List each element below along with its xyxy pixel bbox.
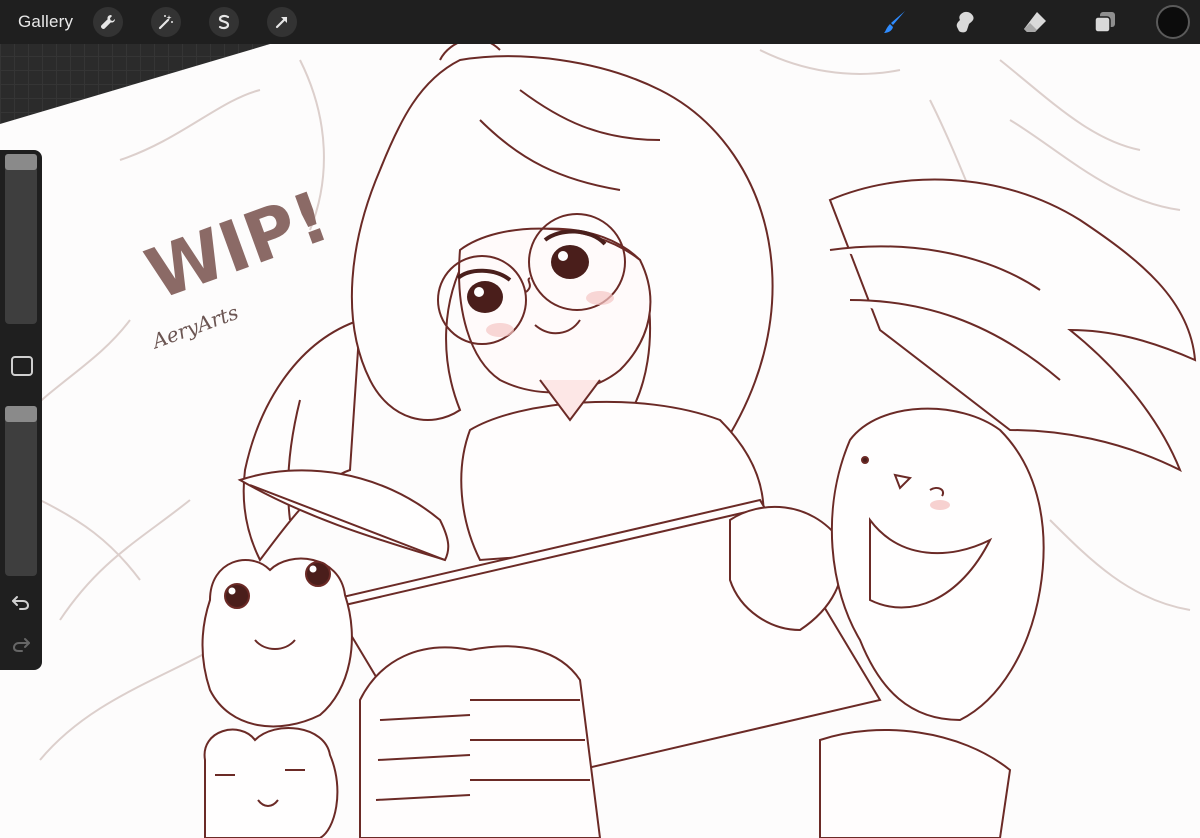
brush-icon xyxy=(884,11,905,33)
opacity-slider[interactable] xyxy=(5,406,37,576)
brush-size-slider[interactable] xyxy=(5,154,37,324)
actions-button[interactable] xyxy=(93,7,124,37)
modify-button[interactable] xyxy=(11,356,33,376)
redo-button[interactable] xyxy=(9,632,33,656)
redo-icon xyxy=(12,638,30,652)
undo-button[interactable] xyxy=(9,590,33,614)
undo-icon xyxy=(12,596,30,610)
eraser-tool[interactable] xyxy=(1018,5,1052,39)
transform-arrow-icon xyxy=(276,16,288,29)
transform-button[interactable] xyxy=(267,7,298,37)
painting-tools xyxy=(842,0,1190,44)
layers-icon xyxy=(1094,12,1115,33)
brush-size-handle[interactable] xyxy=(5,154,37,170)
wip-text: WIP! xyxy=(136,175,339,316)
brush-tool[interactable] xyxy=(878,5,912,39)
color-picker-button[interactable] xyxy=(1156,5,1190,39)
eraser-icon xyxy=(1024,12,1046,32)
smudge-icon xyxy=(956,11,974,33)
left-sidebar xyxy=(0,150,42,670)
drawing-canvas[interactable]: WIP! AeryArts xyxy=(0,44,1200,838)
selection-icon xyxy=(219,14,230,30)
smudge-tool[interactable] xyxy=(948,5,982,39)
magic-wand-icon xyxy=(159,15,174,30)
frog-characters xyxy=(201,557,353,838)
gallery-button[interactable]: Gallery xyxy=(18,12,73,32)
artwork: WIP! AeryArts xyxy=(19,44,1197,838)
layers-button[interactable] xyxy=(1088,5,1122,39)
adjustments-button[interactable] xyxy=(151,7,182,37)
selection-button[interactable] xyxy=(209,7,240,37)
opacity-handle[interactable] xyxy=(5,406,37,422)
wrench-icon xyxy=(101,15,116,30)
top-toolbar: Gallery xyxy=(0,0,1200,44)
